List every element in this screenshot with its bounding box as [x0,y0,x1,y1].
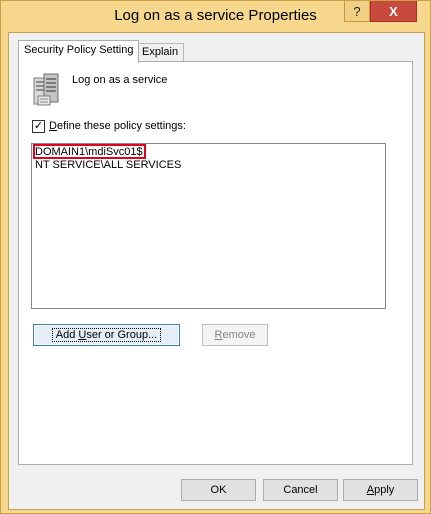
apply-button[interactable]: Apply [343,479,418,501]
tab-security-policy-setting[interactable]: Security Policy Setting [18,40,140,63]
close-icon[interactable]: X [389,4,398,19]
server-policy-icon [33,73,59,106]
remove-button[interactable]: Remove [202,324,268,346]
dialog-client-area: Security Policy Setting Explain Log on a… [8,32,425,510]
list-item[interactable]: DOMAIN1\mdiSvc01$ [35,146,143,159]
title-bar[interactable]: Log on as a service Properties ? X [1,1,430,32]
ok-button[interactable]: OK [181,479,256,501]
policy-name: Log on as a service [72,74,168,86]
accounts-listbox[interactable]: DOMAIN1\mdiSvc01$ NT SERVICE\ALL SERVICE… [31,143,386,309]
list-item[interactable]: NT SERVICE\ALL SERVICES [35,159,181,172]
checkmark-icon: ✓ [33,120,44,132]
define-settings-checkbox[interactable]: ✓ [32,120,45,133]
tab-explain[interactable]: Explain [136,43,185,62]
define-settings-label[interactable]: Define these policy settings: [49,120,186,132]
add-user-or-group-button[interactable]: Add User or Group... [33,324,180,346]
close-button[interactable]: X [370,1,417,22]
properties-dialog: Log on as a service Properties ? X Secur… [0,0,431,514]
help-button[interactable]: ? [344,1,370,22]
cancel-button[interactable]: Cancel [263,479,338,501]
add-user-or-group-label: Add User or Group... [51,328,162,342]
tab-panel: Log on as a service ✓ Define these polic… [18,61,413,465]
